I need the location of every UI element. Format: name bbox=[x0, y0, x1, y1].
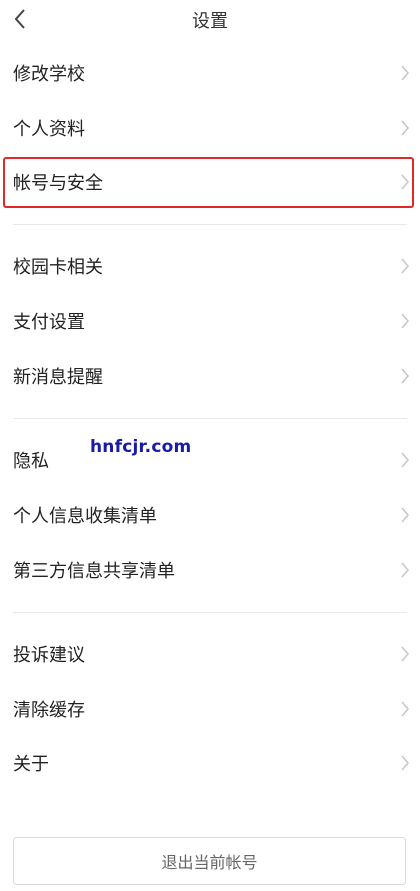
chevron-right-icon bbox=[401, 65, 410, 81]
settings-item-clear-cache[interactable]: 清除缓存 bbox=[0, 684, 420, 734]
settings-item-profile[interactable]: 个人资料 bbox=[0, 103, 420, 153]
page-title: 设置 bbox=[192, 11, 228, 32]
chevron-right-icon bbox=[401, 646, 410, 662]
settings-item-label: 个人信息收集清单 bbox=[13, 506, 157, 527]
logout-button[interactable]: 退出当前帐号 bbox=[13, 837, 406, 885]
settings-item-account-security[interactable]: 帐号与安全 bbox=[0, 157, 420, 207]
section-divider bbox=[13, 418, 407, 419]
chevron-right-icon bbox=[401, 120, 410, 136]
settings-item-label: 帐号与安全 bbox=[13, 173, 103, 194]
chevron-right-icon bbox=[401, 452, 410, 468]
settings-item-label: 修改学校 bbox=[13, 64, 85, 85]
settings-item-label: 支付设置 bbox=[13, 312, 85, 333]
chevron-right-icon bbox=[401, 313, 410, 329]
section-divider bbox=[13, 224, 407, 225]
settings-item-label: 校园卡相关 bbox=[13, 257, 103, 278]
settings-screen: 设置 修改学校 个人资料 帐号与安全 校园卡相关 支付设置 新消息提醒 隐私 个… bbox=[0, 0, 420, 891]
chevron-right-icon bbox=[401, 258, 410, 274]
chevron-right-icon bbox=[401, 507, 410, 523]
settings-item-label: 投诉建议 bbox=[13, 645, 85, 666]
header: 设置 bbox=[0, 0, 420, 40]
settings-item-label: 隐私 bbox=[13, 451, 49, 472]
settings-item-personal-info-list[interactable]: 个人信息收集清单 bbox=[0, 490, 420, 540]
watermark: hnfcjr.com bbox=[90, 437, 192, 457]
chevron-right-icon bbox=[401, 562, 410, 578]
chevron-right-icon bbox=[401, 174, 410, 190]
settings-item-third-party-sharing[interactable]: 第三方信息共享清单 bbox=[0, 545, 420, 595]
settings-item-campus-card[interactable]: 校园卡相关 bbox=[0, 241, 420, 291]
settings-item-label: 关于 bbox=[13, 754, 49, 775]
settings-item-label: 第三方信息共享清单 bbox=[13, 561, 175, 582]
settings-item-notifications[interactable]: 新消息提醒 bbox=[0, 351, 420, 401]
section-divider bbox=[13, 612, 407, 613]
settings-item-feedback[interactable]: 投诉建议 bbox=[0, 629, 420, 679]
settings-item-about[interactable]: 关于 bbox=[0, 738, 420, 788]
settings-item-privacy[interactable]: 隐私 bbox=[0, 435, 420, 485]
settings-item-label: 新消息提醒 bbox=[13, 367, 103, 388]
chevron-right-icon bbox=[401, 368, 410, 384]
chevron-right-icon bbox=[401, 755, 410, 771]
settings-item-label: 清除缓存 bbox=[13, 700, 85, 721]
settings-item-change-school[interactable]: 修改学校 bbox=[0, 48, 420, 98]
settings-item-label: 个人资料 bbox=[13, 119, 85, 140]
settings-item-payment[interactable]: 支付设置 bbox=[0, 296, 420, 346]
chevron-right-icon bbox=[401, 701, 410, 717]
